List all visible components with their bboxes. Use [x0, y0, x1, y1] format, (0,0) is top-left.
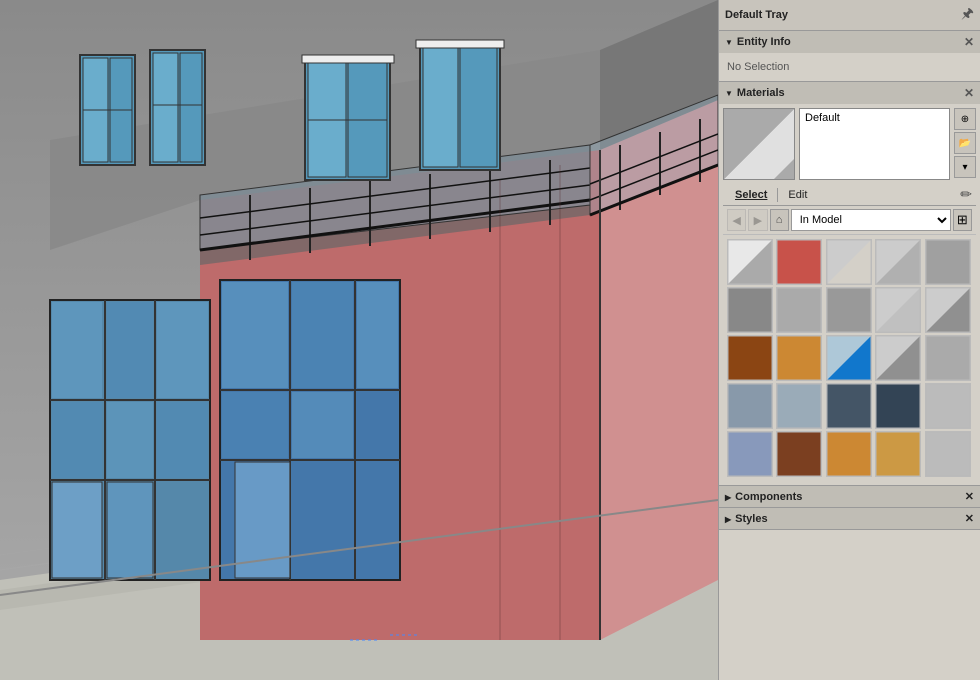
- materials-title: Materials: [737, 87, 785, 99]
- components-expand-icon: [725, 491, 731, 503]
- material-swatch-11[interactable]: [727, 335, 773, 381]
- tray-title: Default Tray: [725, 9, 788, 21]
- material-swatch-12[interactable]: [776, 335, 822, 381]
- material-grid: Brick, Common: [723, 235, 976, 481]
- material-swatch-18[interactable]: [826, 383, 872, 429]
- material-swatch-21[interactable]: [727, 431, 773, 477]
- material-swatch-25[interactable]: [925, 431, 971, 477]
- pin-button[interactable]: 🖈: [961, 3, 974, 27]
- nav-back-btn[interactable]: ◀: [727, 209, 746, 231]
- material-swatch-19[interactable]: [875, 383, 921, 429]
- material-name-box: Default: [799, 108, 950, 180]
- material-folder-btn[interactable]: 📂: [954, 132, 976, 154]
- nav-details-btn[interactable]: ⊞: [953, 209, 972, 231]
- material-swatch-1[interactable]: [727, 239, 773, 285]
- nav-home-btn[interactable]: ⌂: [770, 209, 789, 231]
- material-swatch-15[interactable]: [925, 335, 971, 381]
- tray-header: Default Tray 🖈: [719, 0, 980, 31]
- components-title: Components: [735, 491, 802, 503]
- entity-info-title: Entity Info: [737, 36, 791, 48]
- material-grid-wrapper: Brick, Common: [723, 235, 976, 481]
- materials-close[interactable]: ✕: [964, 86, 974, 100]
- material-swatch-10[interactable]: [925, 287, 971, 333]
- material-swatch-22[interactable]: [776, 431, 822, 477]
- entity-info-collapse-icon: [725, 36, 733, 48]
- material-swatch-14[interactable]: [875, 335, 921, 381]
- material-swatch-4[interactable]: [875, 239, 921, 285]
- components-close[interactable]: ✕: [965, 490, 974, 503]
- select-tab[interactable]: Select: [727, 187, 775, 203]
- styles-expand-icon: [725, 513, 731, 525]
- components-section[interactable]: Components ✕: [719, 486, 980, 508]
- material-swatch-8[interactable]: [826, 287, 872, 333]
- materials-header[interactable]: Materials ✕: [719, 82, 980, 104]
- eyedropper-tool[interactable]: ✏: [960, 186, 972, 203]
- material-location-select[interactable]: In Model Colors Brick, Cladding and Sidi…: [791, 209, 951, 231]
- material-swatch-23[interactable]: [826, 431, 872, 477]
- materials-panel: Materials ✕ Default ⊕ 📂 ▾ Select: [719, 82, 980, 486]
- material-swatch-6[interactable]: [727, 287, 773, 333]
- material-menu-btn[interactable]: ▾: [954, 156, 976, 178]
- 3d-viewport[interactable]: [0, 0, 718, 680]
- material-swatch-17[interactable]: [776, 383, 822, 429]
- material-tabs: Select Edit ✏: [723, 184, 976, 206]
- styles-close[interactable]: ✕: [965, 512, 974, 525]
- tab-separator: [777, 188, 778, 202]
- entity-info-header[interactable]: Entity Info ✕: [719, 31, 980, 53]
- entity-info-status: No Selection: [727, 61, 789, 73]
- entity-info-panel: Entity Info ✕ No Selection: [719, 31, 980, 82]
- material-preview-row: Default ⊕ 📂 ▾: [723, 108, 976, 180]
- material-swatch-9[interactable]: [875, 287, 921, 333]
- material-side-icons: ⊕ 📂 ▾: [954, 108, 976, 180]
- material-swatch-3[interactable]: [826, 239, 872, 285]
- materials-content: Default ⊕ 📂 ▾ Select Edit ✏ ◀ ▶ ⌂: [719, 104, 980, 485]
- materials-collapse-icon: [725, 87, 733, 99]
- material-swatch-16[interactable]: [727, 383, 773, 429]
- edit-tab[interactable]: Edit: [780, 187, 815, 203]
- nav-forward-btn[interactable]: ▶: [748, 209, 767, 231]
- material-preview-swatch: [723, 108, 795, 180]
- material-name: Default: [805, 112, 840, 124]
- right-panel: Default Tray 🖈 Entity Info ✕ No Selectio…: [718, 0, 980, 680]
- entity-info-content: No Selection: [719, 53, 980, 81]
- material-swatch-2[interactable]: Brick, Common: [776, 239, 822, 285]
- material-swatch-24[interactable]: [875, 431, 921, 477]
- styles-title: Styles: [735, 513, 767, 525]
- material-swatch-7[interactable]: [776, 287, 822, 333]
- material-create-btn[interactable]: ⊕: [954, 108, 976, 130]
- material-nav: ◀ ▶ ⌂ In Model Colors Brick, Cladding an…: [723, 206, 976, 235]
- entity-info-close[interactable]: ✕: [964, 35, 974, 49]
- material-swatch-5[interactable]: [925, 239, 971, 285]
- styles-section[interactable]: Styles ✕: [719, 508, 980, 530]
- material-swatch-20[interactable]: [925, 383, 971, 429]
- material-swatch-13[interactable]: [826, 335, 872, 381]
